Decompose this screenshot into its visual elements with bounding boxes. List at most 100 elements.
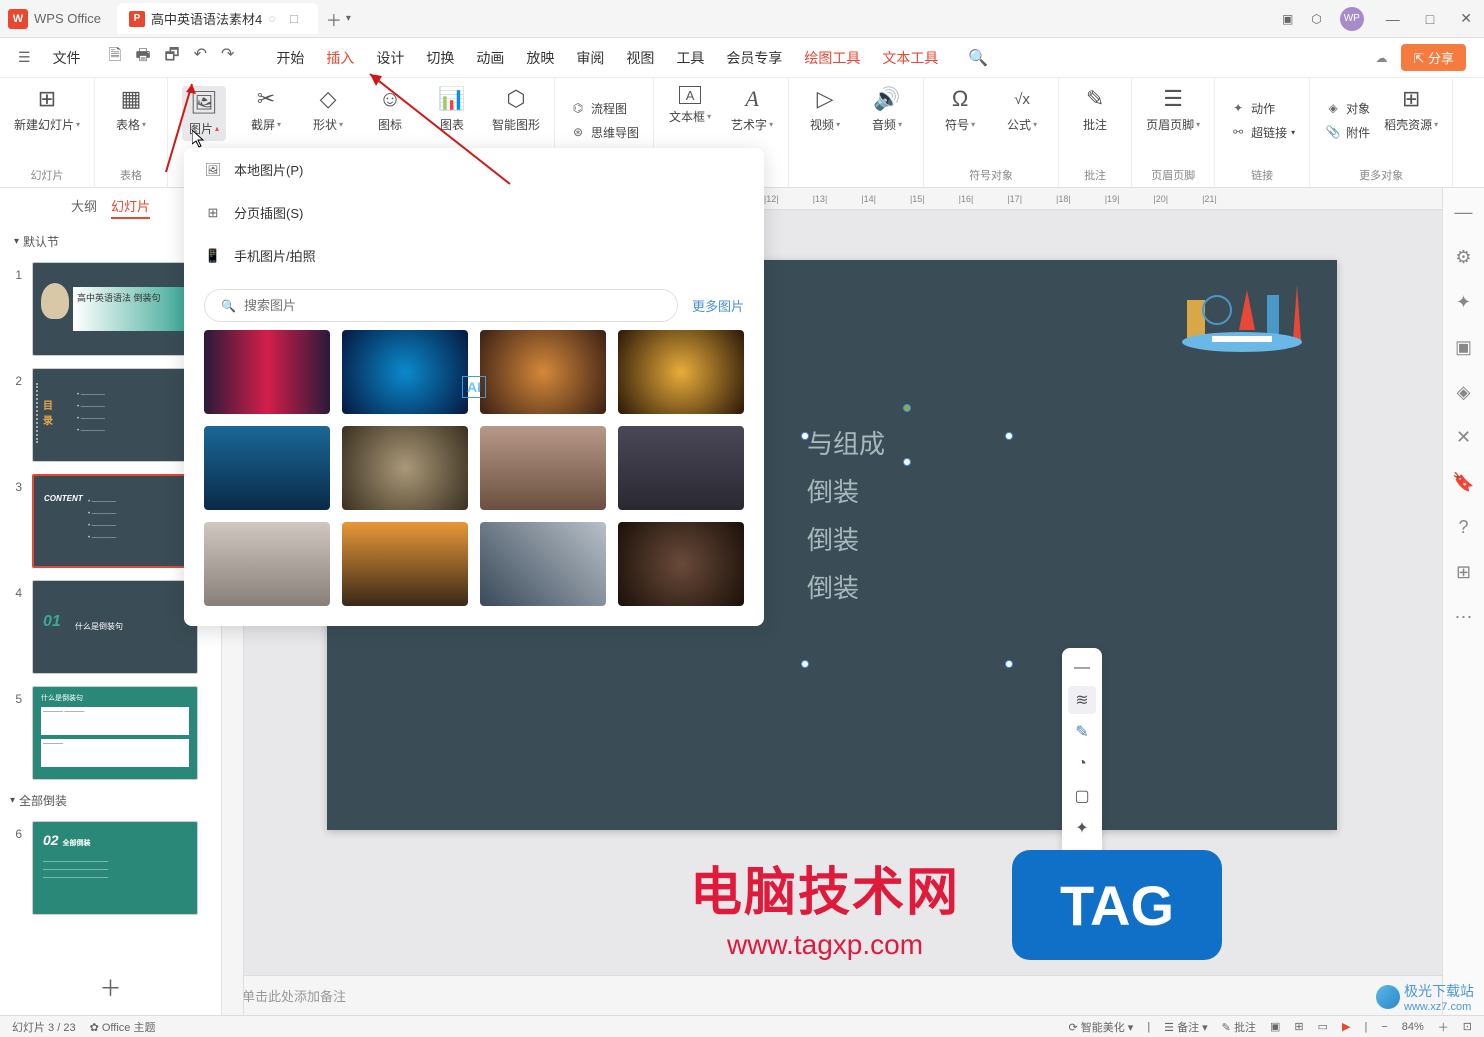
equation-button[interactable]: √x 公式▾ bbox=[1000, 86, 1044, 133]
view-slideshow-icon[interactable]: ▶ bbox=[1342, 1020, 1350, 1033]
image-search-box[interactable]: 🔍 bbox=[204, 289, 678, 322]
chart-button[interactable]: 📊 图表 bbox=[430, 86, 474, 141]
preview-icon[interactable]: 🗗 bbox=[165, 44, 180, 71]
shape-button[interactable]: ◇ 形状▾ bbox=[306, 86, 350, 141]
phone-image-option[interactable]: 📱手机图片/拍照 bbox=[184, 234, 764, 277]
notes-area[interactable]: 单击此处添加备注 bbox=[222, 975, 1442, 1015]
avatar[interactable]: WP bbox=[1340, 7, 1364, 31]
menu-animation[interactable]: 动画 bbox=[476, 48, 504, 68]
menu-view[interactable]: 视图 bbox=[626, 48, 654, 68]
print-icon[interactable]: 🖶 bbox=[135, 44, 150, 71]
comments-toggle[interactable]: ✎ 批注 bbox=[1222, 1019, 1256, 1035]
shape-tool-icon[interactable]: ◔ bbox=[1068, 750, 1096, 778]
tools-icon[interactable]: ✕ bbox=[1456, 427, 1471, 448]
paginated-image-option[interactable]: ⊞分页插图(S) bbox=[184, 191, 764, 234]
stock-image-6[interactable] bbox=[342, 426, 468, 510]
mindmap-button[interactable]: ⊛思维导图 bbox=[569, 123, 639, 141]
menu-texttools[interactable]: 文本工具 bbox=[882, 48, 938, 68]
more-images-link[interactable]: 更多图片 bbox=[692, 296, 744, 315]
table-button[interactable]: ▦ 表格▾ bbox=[109, 86, 153, 133]
cloud-icon[interactable]: ☁ bbox=[1375, 51, 1387, 65]
symbol-button[interactable]: Ω 符号▾ bbox=[938, 86, 982, 133]
resources-button[interactable]: ⊞ 稻壳资源▾ bbox=[1384, 86, 1438, 160]
image-search-input[interactable] bbox=[244, 298, 661, 313]
flowchart-button[interactable]: ⌬流程图 bbox=[569, 99, 639, 117]
view-reader-icon[interactable]: ▭ bbox=[1318, 1020, 1328, 1033]
wordart-button[interactable]: A 艺术字▾ bbox=[730, 86, 774, 133]
pencil-icon[interactable]: ✎ bbox=[1068, 718, 1096, 746]
stock-image-1[interactable] bbox=[204, 330, 330, 414]
menu-review[interactable]: 审阅 bbox=[576, 48, 604, 68]
share-button[interactable]: ⇱ 分享 bbox=[1401, 44, 1466, 71]
collapse-icon[interactable]: — bbox=[1068, 654, 1096, 682]
view-sorter-icon[interactable]: ⊞ bbox=[1294, 1020, 1303, 1033]
stock-image-12[interactable] bbox=[618, 522, 744, 606]
slide-text-line-4[interactable]: 倒装 bbox=[807, 564, 1007, 612]
undo-icon[interactable]: ↶ bbox=[194, 44, 207, 71]
action-button[interactable]: ✦动作 bbox=[1229, 99, 1295, 117]
slide-thumb-5[interactable]: 5什么是倒装句———— ———————— bbox=[0, 680, 221, 786]
fit-icon[interactable]: ⊡ bbox=[1463, 1020, 1472, 1033]
help-icon[interactable]: ? bbox=[1458, 517, 1468, 538]
smartart-button[interactable]: ⬡ 智能图形 bbox=[492, 86, 540, 141]
theme-indicator[interactable]: ✿ Office 主题 bbox=[90, 1019, 156, 1035]
bookmark-icon[interactable]: 🔖 bbox=[1452, 472, 1474, 493]
plugin-icon[interactable]: ⊞ bbox=[1456, 562, 1471, 583]
video-button[interactable]: ▷ 视频▾ bbox=[803, 86, 847, 133]
redo-icon[interactable]: ↷ bbox=[221, 44, 234, 71]
overflow-icon[interactable]: ⋯ bbox=[1455, 607, 1473, 628]
smart-enhance-button[interactable]: ⟳ 智能美化 ▾ bbox=[1068, 1019, 1133, 1035]
close-button[interactable]: ✕ bbox=[1456, 10, 1476, 27]
zoom-level[interactable]: 84% bbox=[1402, 1021, 1424, 1033]
outline-tab[interactable]: 大纲 bbox=[71, 196, 97, 219]
hyperlink-button[interactable]: ⚯超链接▾ bbox=[1229, 123, 1295, 141]
menu-insert[interactable]: 插入 bbox=[326, 48, 354, 68]
stock-image-4[interactable] bbox=[618, 330, 744, 414]
search-icon[interactable]: 🔍 bbox=[968, 48, 988, 68]
menu-design[interactable]: 设计 bbox=[376, 48, 404, 68]
notes-toggle[interactable]: ☰ 备注 ▾ bbox=[1164, 1019, 1208, 1035]
icons-button[interactable]: ☺ 图标 bbox=[368, 86, 412, 141]
stock-image-8[interactable] bbox=[618, 426, 744, 510]
frame-icon[interactable]: ▢ bbox=[1068, 782, 1096, 810]
stock-image-5[interactable] bbox=[204, 426, 330, 510]
menu-member[interactable]: 会员专享 bbox=[726, 48, 782, 68]
wand-icon[interactable]: ✦ bbox=[1068, 814, 1096, 842]
settings-icon[interactable]: ⚙ bbox=[1455, 247, 1471, 268]
object-button[interactable]: ◈对象 bbox=[1324, 99, 1370, 117]
menu-tools[interactable]: 工具 bbox=[676, 48, 704, 68]
view-normal-icon[interactable]: ▣ bbox=[1270, 1020, 1280, 1033]
collapse-sidebar-icon[interactable]: — bbox=[1455, 202, 1473, 223]
stock-image-7[interactable] bbox=[480, 426, 606, 510]
stock-image-10[interactable] bbox=[342, 522, 468, 606]
layers-icon[interactable]: ≋ bbox=[1068, 686, 1096, 714]
slide-text-line-2[interactable]: 倒装 bbox=[807, 468, 1007, 516]
close-icon[interactable]: □ bbox=[290, 11, 298, 26]
comment-button[interactable]: ✎ 批注 bbox=[1073, 86, 1117, 133]
menu-drawtools[interactable]: 绘图工具 bbox=[804, 48, 860, 68]
stock-image-2[interactable]: AI bbox=[342, 330, 468, 414]
cube-icon[interactable]: ⬡ bbox=[1311, 12, 1321, 26]
slide-thumb-6[interactable]: 602 全部倒装————————————————————————————————… bbox=[0, 815, 221, 921]
stock-image-3[interactable] bbox=[480, 330, 606, 414]
file-menu[interactable]: 文件 bbox=[53, 48, 81, 68]
add-slide-button[interactable]: ＋ bbox=[0, 959, 221, 1015]
animate-icon[interactable]: ◈ bbox=[1457, 382, 1471, 403]
save-icon[interactable]: 🗎 bbox=[109, 44, 122, 71]
slides-tab[interactable]: 幻灯片 bbox=[111, 196, 150, 219]
local-image-option[interactable]: 🖼本地图片(P) bbox=[184, 148, 764, 191]
zoom-out-button[interactable]: − bbox=[1381, 1021, 1387, 1033]
document-tab[interactable]: P 高中英语语法素材4 ○ □ bbox=[117, 3, 318, 34]
stock-image-9[interactable] bbox=[204, 522, 330, 606]
textbox-button[interactable]: A 文本框▾ bbox=[668, 86, 712, 133]
audio-button[interactable]: 🔊 音频▾ bbox=[865, 86, 909, 133]
section-inversion[interactable]: 全部倒装 bbox=[0, 786, 221, 815]
app-center-icon[interactable]: ▣ bbox=[1282, 12, 1293, 26]
menu-transition[interactable]: 切换 bbox=[426, 48, 454, 68]
menu-start[interactable]: 开始 bbox=[276, 48, 304, 68]
menu-icon[interactable]: ☰ bbox=[18, 49, 31, 66]
zoom-in-button[interactable]: ＋ bbox=[1438, 1019, 1449, 1035]
stock-image-11[interactable] bbox=[480, 522, 606, 606]
star-icon[interactable]: ✦ bbox=[1456, 292, 1471, 313]
new-slide-button[interactable]: ⊞ 新建幻灯片▾ bbox=[14, 86, 80, 133]
